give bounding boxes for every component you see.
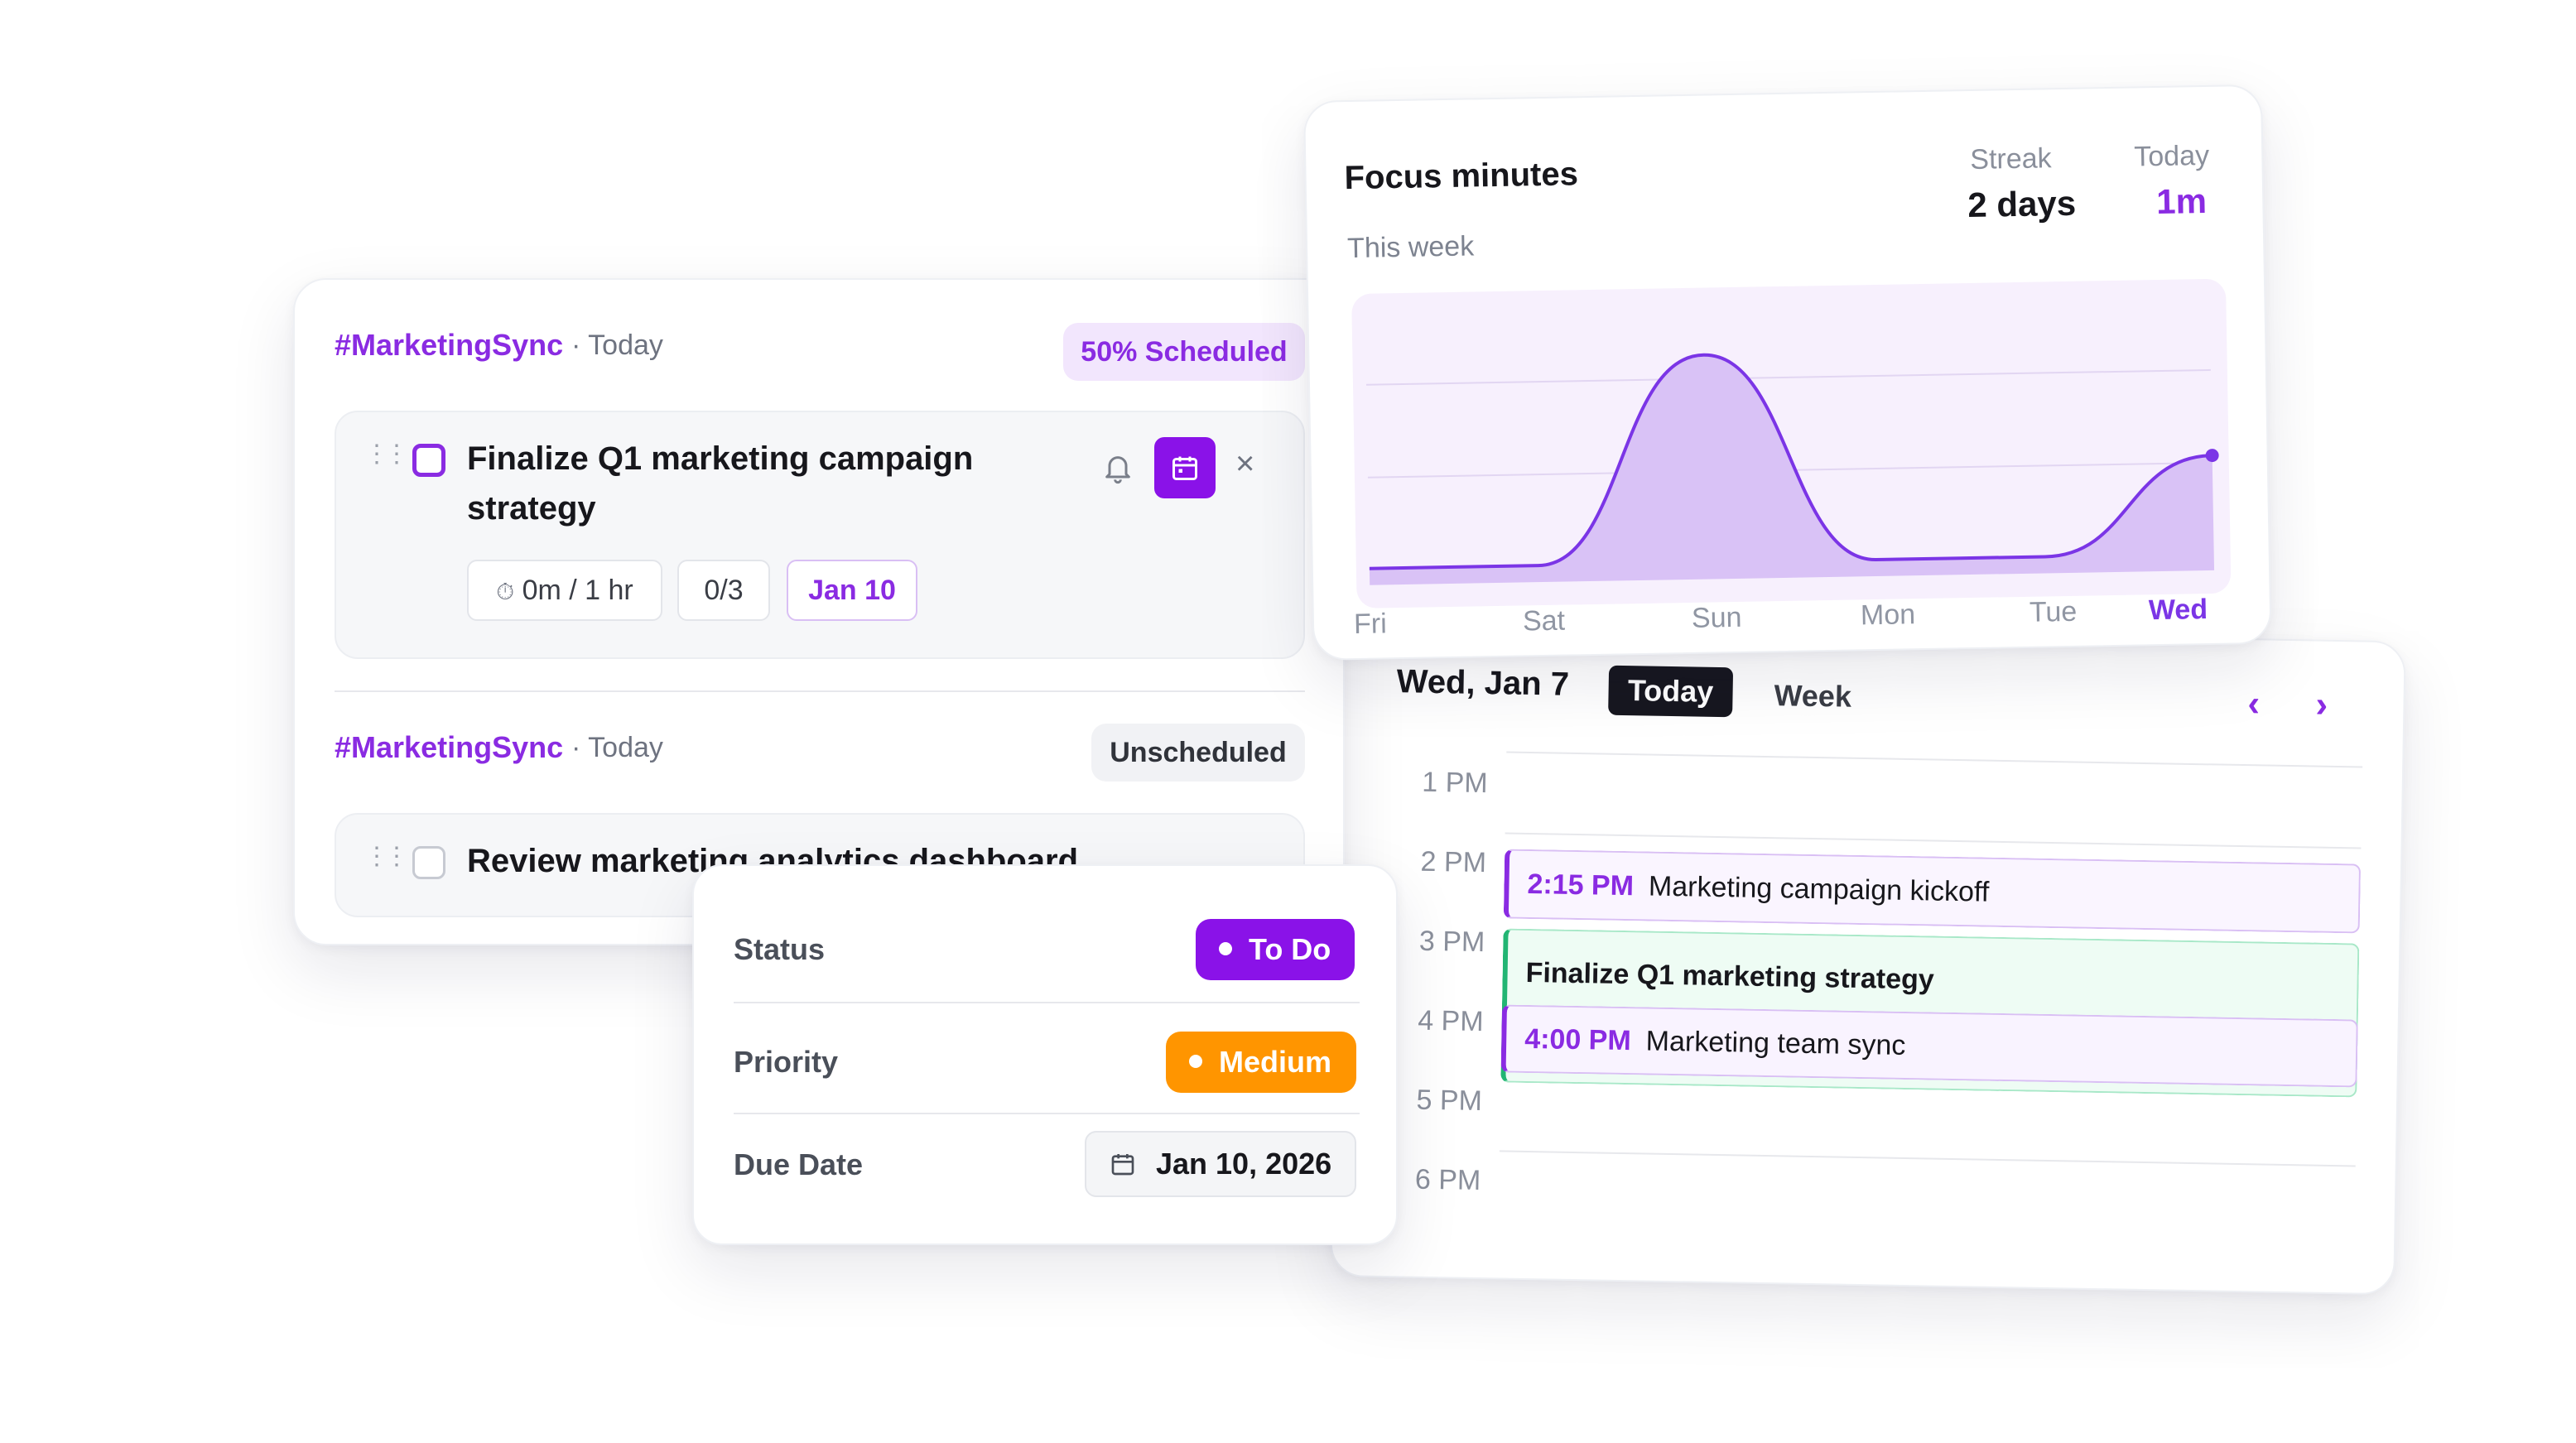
x-tick-label: Wed xyxy=(2148,594,2208,627)
focus-chart xyxy=(1351,278,2232,608)
chevron-right-icon[interactable]: › xyxy=(2315,685,2328,726)
task-item[interactable]: ⋮⋮ Finalize Q1 marketing campaign strate… xyxy=(335,411,1305,659)
status-badge[interactable]: To Do xyxy=(1196,919,1355,980)
drag-handle-icon[interactable]: ⋮⋮ xyxy=(364,844,409,869)
chevron-left-icon[interactable]: ‹ xyxy=(2247,683,2261,724)
status-dot-icon xyxy=(1219,942,1232,956)
task-when: · Today xyxy=(571,732,663,763)
task-list-card: #MarketingSync · Today 50% Scheduled ⋮⋮ … xyxy=(293,278,1345,945)
today-label: Today xyxy=(2133,139,2210,173)
today-value: 1m xyxy=(2155,180,2208,222)
priority-dot-icon xyxy=(1189,1055,1202,1069)
hour-label: 6 PM xyxy=(1414,1163,1481,1197)
streak-value: 2 days xyxy=(1967,183,2077,225)
task-title-line: strategy xyxy=(467,490,596,527)
subtasks-chip[interactable]: 0/3 xyxy=(677,560,770,621)
hour-label: 3 PM xyxy=(1418,925,1485,959)
calendar-icon xyxy=(1172,456,1197,480)
task-checkbox[interactable] xyxy=(412,444,445,477)
close-icon[interactable]: × xyxy=(1235,445,1254,483)
event-title: Marketing campaign kickoff xyxy=(1648,870,1990,908)
schedule-badge: 50% Scheduled xyxy=(1063,323,1305,381)
task-title-line: Finalize Q1 marketing campaign xyxy=(467,440,974,477)
streak-label: Streak xyxy=(1970,142,2052,176)
schedule-button[interactable] xyxy=(1154,437,1216,498)
schedule-badge: Unscheduled xyxy=(1091,724,1305,782)
hour-label: 5 PM xyxy=(1416,1084,1483,1118)
row-divider xyxy=(734,1113,1360,1114)
calendar-icon xyxy=(1111,1154,1134,1176)
task-when: · Today xyxy=(571,329,663,361)
focus-minutes-card: Focus minutes This week Streak 2 days To… xyxy=(1303,84,2272,661)
due-date-chip[interactable]: Jan 10 xyxy=(787,560,917,621)
event-time: 4:00 PM xyxy=(1524,1022,1632,1057)
week-button[interactable]: Week xyxy=(1774,678,1851,714)
x-tick-label: Sat xyxy=(1522,604,1566,637)
hour-label: 2 PM xyxy=(1420,845,1487,879)
grid-line xyxy=(1365,368,2211,386)
task-detail-card: Status To Do Priority Medium Due Date Ja… xyxy=(692,864,1398,1245)
timer-value: 0m / 1 hr xyxy=(522,575,633,606)
event-time: 2:15 PM xyxy=(1527,868,1635,902)
priority-badge[interactable]: Medium xyxy=(1166,1032,1356,1093)
status-value: To Do xyxy=(1249,932,1331,966)
due-date-label: Due Date xyxy=(734,1147,864,1181)
hour-divider xyxy=(1505,832,2362,849)
calendar-card: Wed, Jan 7 Today Week ‹ › 1 PM 2 PM 3 PM… xyxy=(1330,623,2406,1296)
task-checkbox[interactable] xyxy=(412,846,445,879)
calendar-event[interactable]: 2:15 PM Marketing campaign kickoff xyxy=(1503,849,2362,934)
due-date-value: Jan 10, 2026 xyxy=(1156,1147,1332,1181)
event-title: Marketing team sync xyxy=(1645,1025,1906,1061)
hour-divider xyxy=(1499,1150,2356,1167)
x-tick-label: Sun xyxy=(1691,601,1742,634)
project-tag[interactable]: #MarketingSync xyxy=(335,328,563,363)
status-label: Status xyxy=(734,932,826,966)
timer-icon: ⏱ xyxy=(496,579,515,604)
hour-label: 1 PM xyxy=(1421,766,1488,800)
hour-divider xyxy=(1506,751,2363,768)
x-tick-label: Tue xyxy=(2029,595,2078,628)
group-divider xyxy=(335,690,1305,692)
focus-subtitle: This week xyxy=(1346,230,1475,265)
x-axis-labels: Fri Sat Sun Mon Tue Wed xyxy=(1305,86,2261,640)
x-tick-label: Mon xyxy=(1860,599,1916,632)
calendar-date: Wed, Jan 7 xyxy=(1396,663,1570,703)
hour-label: 4 PM xyxy=(1417,1004,1484,1038)
bell-icon[interactable] xyxy=(1101,450,1134,487)
drag-handle-icon[interactable]: ⋮⋮ xyxy=(364,442,409,467)
event-title: Finalize Q1 marketing strategy xyxy=(1525,956,1935,996)
priority-value: Medium xyxy=(1219,1045,1332,1079)
project-tag[interactable]: #MarketingSync xyxy=(335,730,563,765)
task-title: Finalize Q1 marketing campaign strategy xyxy=(467,434,973,533)
priority-label: Priority xyxy=(734,1045,839,1079)
x-tick-label: Fri xyxy=(1353,608,1388,641)
due-date-picker[interactable]: Jan 10, 2026 xyxy=(1085,1131,1356,1197)
today-button[interactable]: Today xyxy=(1608,665,1734,718)
timer-chip[interactable]: ⏱ 0m / 1 hr xyxy=(467,560,662,621)
row-divider xyxy=(734,1002,1360,1003)
focus-chart-svg xyxy=(1365,353,2219,585)
focus-title: Focus minutes xyxy=(1344,156,1579,197)
